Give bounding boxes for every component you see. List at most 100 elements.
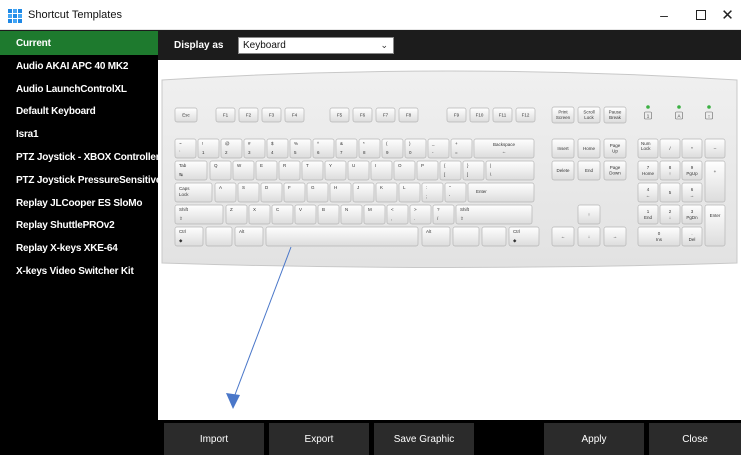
key-number-row[interactable]: +=	[450, 138, 473, 159]
key-delete[interactable]: Delete	[551, 160, 575, 181]
key-alt-left[interactable]: Alt	[234, 226, 264, 247]
key-f10[interactable]: F10	[469, 107, 490, 123]
key-num-0[interactable]: 0Ins	[637, 226, 681, 247]
key-num-minus[interactable]: –	[704, 138, 726, 159]
key-letter[interactable]: S	[237, 182, 260, 203]
key-f1[interactable]: F1	[215, 107, 236, 123]
key-number-row[interactable]: #3	[243, 138, 266, 159]
key-letter[interactable]: C	[271, 204, 294, 225]
key-number-row[interactable]: !1	[197, 138, 220, 159]
export-button[interactable]: Export	[269, 423, 369, 455]
save-graphic-button[interactable]: Save Graphic	[374, 423, 474, 455]
key-number-row[interactable]: (9	[381, 138, 404, 159]
key-print-screen[interactable]: PrintScreen	[551, 106, 575, 124]
key-number-row[interactable]: *8	[358, 138, 381, 159]
key-pause-break[interactable]: PauseBreak	[603, 106, 627, 124]
key-shift-right[interactable]: Shift ⇧	[455, 204, 533, 225]
key-backslash[interactable]: |\	[485, 160, 535, 181]
key-letter[interactable]: Z	[225, 204, 248, 225]
key-win-left[interactable]	[205, 226, 233, 247]
key-punct[interactable]: "'	[444, 182, 467, 203]
minimize-button[interactable]: –	[646, 0, 682, 30]
key-letter[interactable]: T	[301, 160, 324, 181]
import-button[interactable]: Import	[164, 423, 264, 455]
key-f7[interactable]: F7	[375, 107, 396, 123]
key-letter[interactable]: O	[393, 160, 416, 181]
key-letter[interactable]: U	[347, 160, 370, 181]
key-num-multiply[interactable]: *	[681, 138, 703, 159]
key-num-5[interactable]: 5	[659, 182, 681, 203]
key-bracket[interactable]: {[	[439, 160, 462, 181]
key-f3[interactable]: F3	[261, 107, 282, 123]
key-letter[interactable]: K	[375, 182, 398, 203]
key-f9[interactable]: F9	[446, 107, 467, 123]
key-alt-right[interactable]: Alt	[421, 226, 451, 247]
key-shift-left[interactable]: Shift ⇧	[174, 204, 224, 225]
key-number-row[interactable]: _-	[427, 138, 450, 159]
key-number-row[interactable]: @2	[220, 138, 243, 159]
key-number-row[interactable]: $4	[266, 138, 289, 159]
key-win-right[interactable]	[452, 226, 480, 247]
key-scroll-lock[interactable]: ScrollLock	[577, 106, 601, 124]
key-num-1[interactable]: 1End	[637, 204, 659, 225]
key-f6[interactable]: F6	[352, 107, 373, 123]
key-letter[interactable]: E	[255, 160, 278, 181]
key-number-row[interactable]: %5	[289, 138, 312, 159]
key-letter[interactable]: V	[294, 204, 317, 225]
key-number-row[interactable]: ~`	[174, 138, 197, 159]
key-letter[interactable]: J	[352, 182, 375, 203]
key-num-2[interactable]: 2↓	[659, 204, 681, 225]
key-f4[interactable]: F4	[284, 107, 305, 123]
key-f8[interactable]: F8	[398, 107, 419, 123]
template-item[interactable]: Default Keyboard	[0, 101, 158, 124]
key-letter[interactable]: Y	[324, 160, 347, 181]
key-f2[interactable]: F2	[238, 107, 259, 123]
key-bracket[interactable]: }]	[462, 160, 485, 181]
key-arrow-up[interactable]: ↑	[577, 204, 601, 225]
key-end[interactable]: End	[577, 160, 601, 181]
key-punct[interactable]: <,	[386, 204, 409, 225]
key-letter[interactable]: X	[248, 204, 271, 225]
key-letter[interactable]: G	[306, 182, 329, 203]
key-f12[interactable]: F12	[515, 107, 536, 123]
display-as-dropdown[interactable]: Keyboard ⌄	[238, 37, 394, 54]
key-page-up[interactable]: PageUp	[603, 138, 627, 159]
key-letter[interactable]: F	[283, 182, 306, 203]
key-letter[interactable]: L	[398, 182, 421, 203]
key-space[interactable]	[265, 226, 419, 247]
template-item[interactable]: Audio LaunchControlXL	[0, 78, 158, 101]
template-item[interactable]: X-keys Video Switcher Kit	[0, 260, 158, 283]
template-item[interactable]: Replay ShuttlePROv2	[0, 215, 158, 238]
key-arrow-right[interactable]: →	[603, 226, 627, 247]
key-punct[interactable]: >.	[409, 204, 432, 225]
key-num-lock[interactable]: NumLock	[637, 138, 659, 159]
key-backspace[interactable]: Backspace ←	[473, 138, 535, 159]
key-letter[interactable]: I	[370, 160, 393, 181]
key-caps-lock[interactable]: CapsLock	[174, 182, 213, 203]
key-tab[interactable]: Tab ↹	[174, 160, 208, 181]
key-num-dot[interactable]: .Del	[681, 226, 703, 247]
template-item[interactable]: PTZ Joystick - XBOX Controller	[0, 146, 160, 169]
key-num-enter[interactable]: Enter	[704, 204, 726, 247]
key-punct[interactable]: :;	[421, 182, 444, 203]
template-item[interactable]: PTZ Joystick PressureSensitive	[0, 169, 161, 192]
template-item[interactable]: Audio AKAI APC 40 MK2	[0, 55, 158, 78]
key-home[interactable]: Home	[577, 138, 601, 159]
key-f5[interactable]: F5	[329, 107, 350, 123]
key-esc[interactable]: Esc	[174, 107, 198, 123]
key-enter[interactable]: Enter	[467, 182, 535, 203]
key-letter[interactable]: H	[329, 182, 352, 203]
key-ctrl-left[interactable]: Ctrl ◆	[174, 226, 204, 247]
key-number-row[interactable]: ^6	[312, 138, 335, 159]
close-button[interactable]: Close	[649, 423, 741, 455]
key-num-6[interactable]: 6→	[681, 182, 703, 203]
template-item-current[interactable]: Current	[0, 31, 158, 55]
key-num-3[interactable]: 3PgDn	[681, 204, 703, 225]
key-num-8[interactable]: 8↑	[659, 160, 681, 181]
key-num-9[interactable]: 9PgUp	[681, 160, 703, 181]
key-num-divide[interactable]: /	[659, 138, 681, 159]
key-number-row[interactable]: &7	[335, 138, 358, 159]
template-item[interactable]: Replay X-keys XKE-64	[0, 237, 158, 260]
key-number-row[interactable]: )0	[404, 138, 427, 159]
key-arrow-left[interactable]: ←	[551, 226, 575, 247]
